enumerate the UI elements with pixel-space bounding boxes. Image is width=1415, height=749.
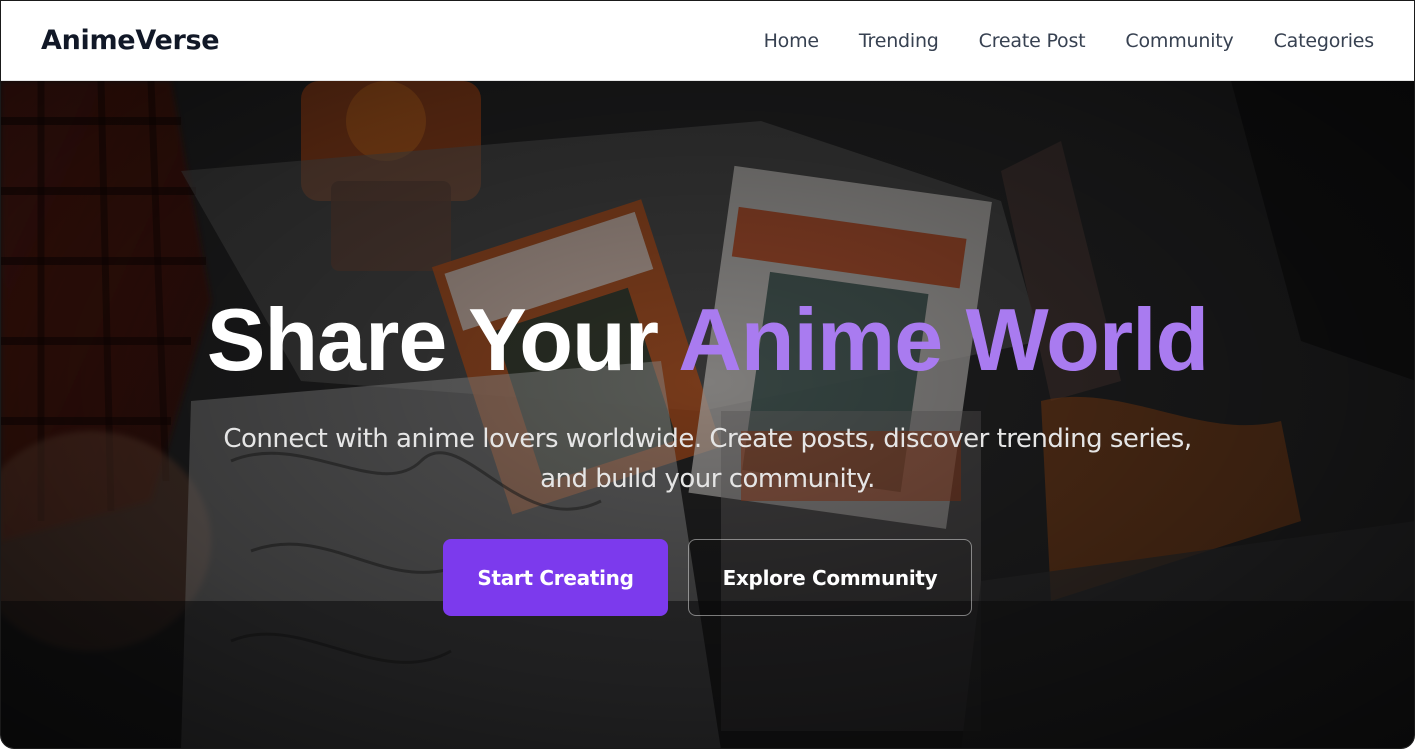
nav-link-home[interactable]: Home (764, 30, 820, 52)
nav-link-categories[interactable]: Categories (1274, 30, 1375, 52)
start-creating-button[interactable]: Start Creating (443, 539, 668, 616)
hero-subtitle: Connect with anime lovers worldwide. Cre… (223, 424, 1192, 494)
nav-link-trending[interactable]: Trending (859, 30, 939, 52)
headline-main: Share Your (206, 290, 679, 389)
brand-logo[interactable]: AnimeVerse (41, 25, 220, 56)
hero-section: Share Your Anime World Connect with anim… (1, 81, 1414, 748)
hero-buttons: Start Creating Explore Community (1, 539, 1414, 616)
nav-link-community[interactable]: Community (1125, 30, 1233, 52)
headline-accent: Anime World (678, 290, 1209, 389)
nav-link-create-post[interactable]: Create Post (979, 30, 1086, 52)
nav-links: Home Trending Create Post Community Cate… (764, 30, 1375, 52)
explore-community-button[interactable]: Explore Community (688, 539, 972, 616)
hero-content: Share Your Anime World Connect with anim… (1, 81, 1414, 748)
hero-headline: Share Your Anime World (1, 296, 1414, 384)
navbar: AnimeVerse Home Trending Create Post Com… (1, 1, 1414, 81)
page: AnimeVerse Home Trending Create Post Com… (0, 0, 1415, 749)
